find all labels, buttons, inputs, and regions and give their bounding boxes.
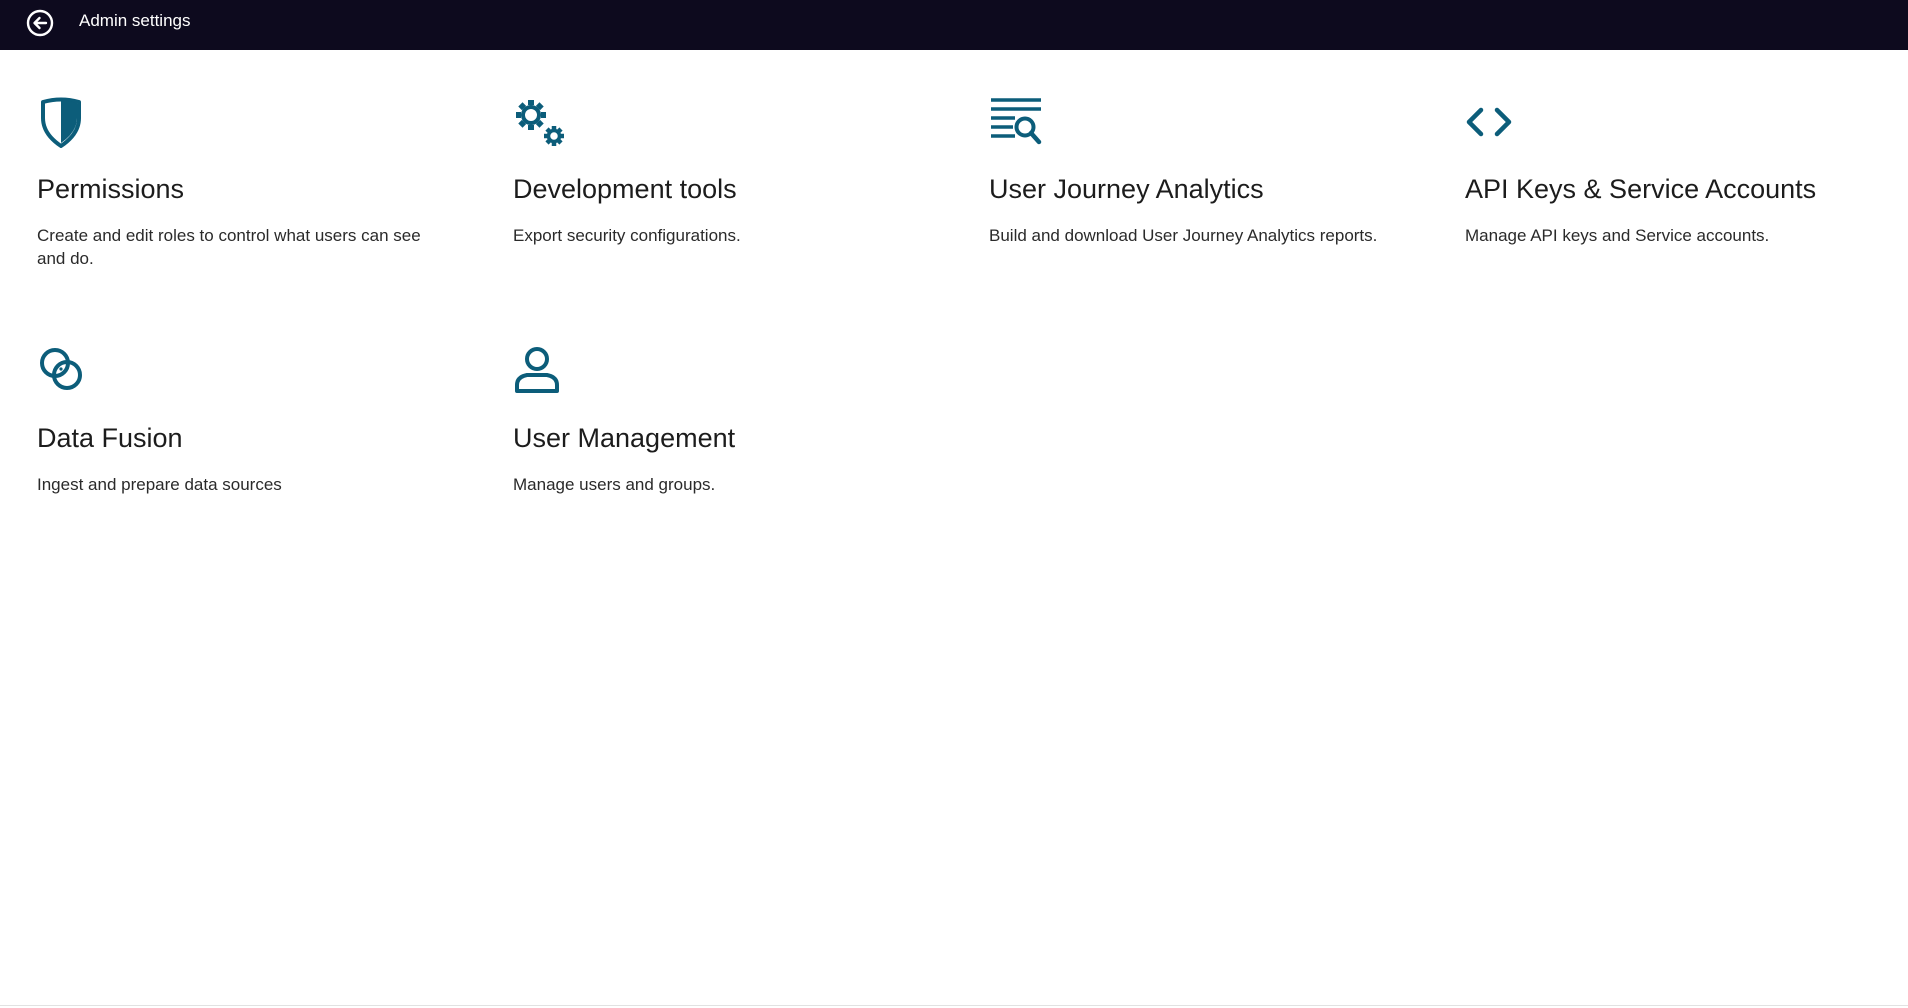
card-description: Build and download User Journey Analytic… <box>989 226 1378 245</box>
card-description: Create and edit roles to control what us… <box>37 226 421 268</box>
settings-grid: Permissions Create and edit roles to con… <box>0 50 1908 995</box>
back-arrow-circle-icon <box>26 9 54 37</box>
page-title: Admin settings <box>79 11 191 30</box>
card-description: Manage API keys and Service accounts. <box>1465 226 1770 245</box>
back-button[interactable] <box>24 7 56 39</box>
card-title: User Management <box>513 423 736 453</box>
gears-icon <box>513 96 569 152</box>
card-title: Permissions <box>37 174 185 204</box>
card-title: API Keys & Service Accounts <box>1465 174 1817 204</box>
card-description: Manage users and groups. <box>513 475 716 494</box>
card-title: User Journey Analytics <box>989 174 1264 204</box>
data-fusion-icon <box>37 345 93 401</box>
bottom-divider <box>0 1005 1908 1006</box>
top-bar: Admin settings <box>0 0 1908 50</box>
code-brackets-icon <box>1465 96 1521 152</box>
user-icon <box>513 345 569 401</box>
card-title: Data Fusion <box>37 423 183 453</box>
card-description: Export security configurations. <box>513 226 741 245</box>
card-description: Ingest and prepare data sources <box>37 475 282 494</box>
card-title: Development tools <box>513 174 737 204</box>
list-search-icon <box>989 96 1045 152</box>
shield-icon <box>37 96 93 152</box>
